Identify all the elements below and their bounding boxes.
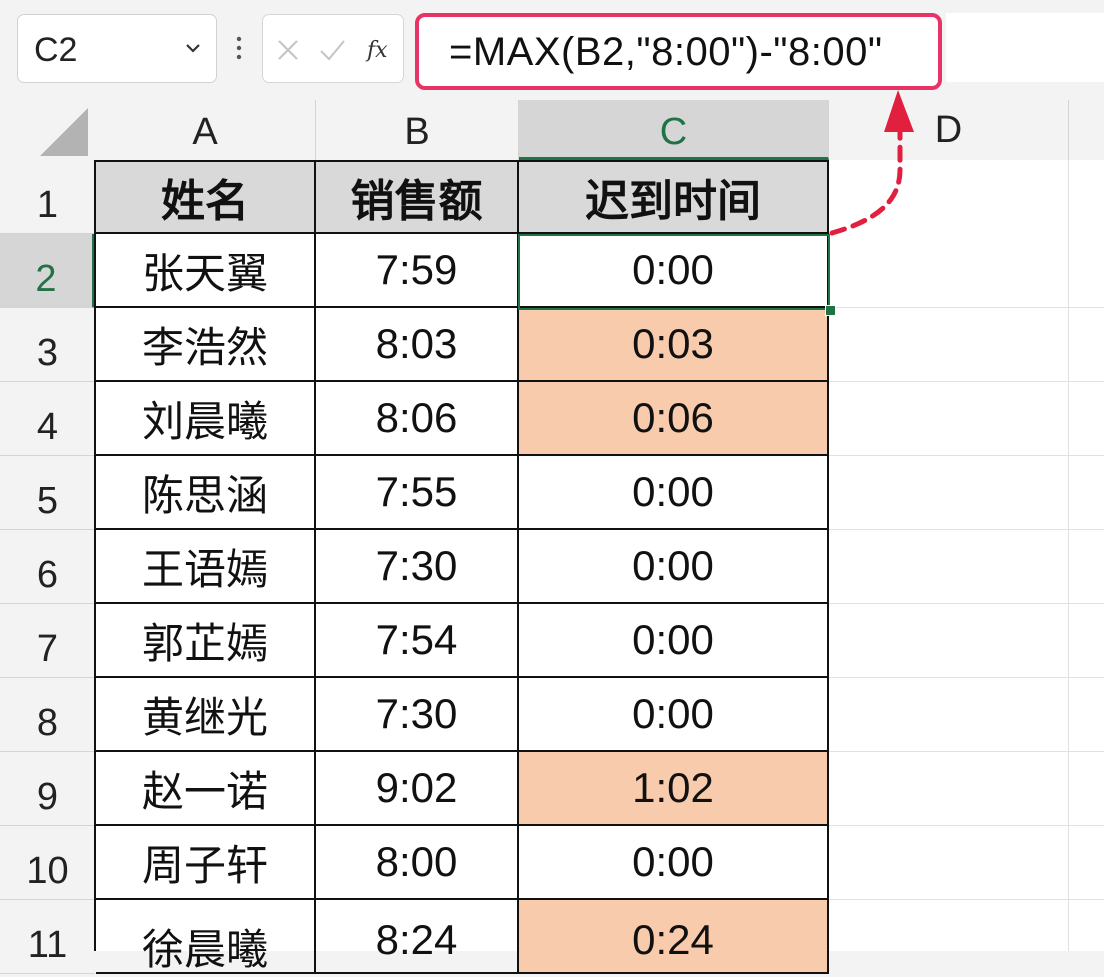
formula-input[interactable]: =MAX(B2,"8:00")-"8:00" xyxy=(415,13,942,90)
svg-text:fx: fx xyxy=(365,38,388,63)
name-box[interactable]: C2 xyxy=(17,14,217,83)
cell-time[interactable]: 7:30 xyxy=(316,678,519,752)
header-cell-name[interactable]: 姓名 xyxy=(96,162,316,234)
row-header-2[interactable]: 2 xyxy=(0,234,95,308)
spreadsheet-grid: A B C D 1 2 3 4 5 6 7 8 9 10 11 姓名 销售额 迟… xyxy=(0,100,1104,974)
cell-time[interactable]: 8:24 xyxy=(316,900,519,974)
formula-bar-extension xyxy=(946,13,1104,82)
row-header-11[interactable]: 11 xyxy=(0,900,95,974)
gridline xyxy=(829,381,1104,382)
cell-late[interactable]: 0:00 xyxy=(519,456,829,530)
chevron-down-icon[interactable] xyxy=(180,35,206,61)
cell-late-highlighted[interactable]: 0:24 xyxy=(519,900,829,974)
gridline xyxy=(829,825,1104,826)
gridline xyxy=(829,529,1104,530)
cell-late[interactable]: 0:00 xyxy=(519,826,829,900)
cell-time[interactable]: 9:02 xyxy=(316,752,519,826)
row-header-10[interactable]: 10 xyxy=(0,826,95,900)
select-all-corner[interactable] xyxy=(0,100,95,160)
more-options-icon[interactable] xyxy=(232,30,246,66)
gridline xyxy=(829,307,1104,308)
cell-name[interactable]: 王语嫣 xyxy=(96,530,316,604)
column-header-b[interactable]: B xyxy=(316,100,519,160)
gridline xyxy=(829,603,1104,604)
cell-time[interactable]: 7:59 xyxy=(316,234,519,308)
name-box-value: C2 xyxy=(34,31,78,69)
cell-late-highlighted[interactable]: 0:06 xyxy=(519,382,829,456)
formula-text: =MAX(B2,"8:00")-"8:00" xyxy=(449,30,883,74)
cell-time[interactable]: 7:55 xyxy=(316,456,519,530)
insert-function-icon[interactable]: fx xyxy=(365,35,399,65)
cell-name[interactable]: 徐晨曦 xyxy=(96,900,316,974)
select-all-icon xyxy=(40,108,88,156)
row-header-8[interactable]: 8 xyxy=(0,678,95,752)
row-header-6[interactable]: 6 xyxy=(0,530,95,604)
column-header-e[interactable] xyxy=(1069,100,1104,160)
row-header-9[interactable]: 9 xyxy=(0,752,95,826)
cell-time[interactable]: 7:54 xyxy=(316,604,519,678)
row-header-3[interactable]: 3 xyxy=(0,308,95,382)
cell-time[interactable]: 8:06 xyxy=(316,382,519,456)
cancel-icon[interactable] xyxy=(273,35,303,65)
cell-name[interactable]: 张天翼 xyxy=(96,234,316,308)
formula-bar: C2 fx =MAX(B2,"8:00")-"8:00" xyxy=(0,0,1104,100)
gridline xyxy=(829,455,1104,456)
gridline xyxy=(829,899,1104,900)
fill-handle[interactable] xyxy=(825,305,836,316)
gridline xyxy=(1068,160,1069,951)
enter-checkmark-icon[interactable] xyxy=(317,35,347,65)
row-header-7[interactable]: 7 xyxy=(0,604,95,678)
cell-name[interactable]: 黄继光 xyxy=(96,678,316,752)
row-header-4[interactable]: 4 xyxy=(0,382,95,456)
column-header-c[interactable]: C xyxy=(519,100,829,160)
cell-late[interactable]: 0:00 xyxy=(519,234,829,308)
header-cell-time[interactable]: 销售额 xyxy=(316,162,519,234)
cell-time[interactable]: 7:30 xyxy=(316,530,519,604)
gridline xyxy=(829,751,1104,752)
formula-controls: fx xyxy=(262,14,404,83)
gridline xyxy=(829,677,1104,678)
cell-name[interactable]: 周子轩 xyxy=(96,826,316,900)
cell-late[interactable]: 0:00 xyxy=(519,530,829,604)
row-header-1[interactable]: 1 xyxy=(0,160,95,234)
cell-late[interactable]: 0:00 xyxy=(519,678,829,752)
cell-late-highlighted[interactable]: 0:03 xyxy=(519,308,829,382)
cell-name[interactable]: 李浩然 xyxy=(96,308,316,382)
cell-late[interactable]: 0:00 xyxy=(519,604,829,678)
row-header-5[interactable]: 5 xyxy=(0,456,95,530)
header-cell-late[interactable]: 迟到时间 xyxy=(519,162,829,234)
cell-late-highlighted[interactable]: 1:02 xyxy=(519,752,829,826)
cell-name[interactable]: 刘晨曦 xyxy=(96,382,316,456)
cell-name[interactable]: 赵一诺 xyxy=(96,752,316,826)
cell-name[interactable]: 郭芷嫣 xyxy=(96,604,316,678)
cell-name[interactable]: 陈思涵 xyxy=(96,456,316,530)
cell-time[interactable]: 8:00 xyxy=(316,826,519,900)
cell-time[interactable]: 8:03 xyxy=(316,308,519,382)
column-header-d[interactable]: D xyxy=(829,100,1069,160)
column-header-a[interactable]: A xyxy=(95,100,316,160)
